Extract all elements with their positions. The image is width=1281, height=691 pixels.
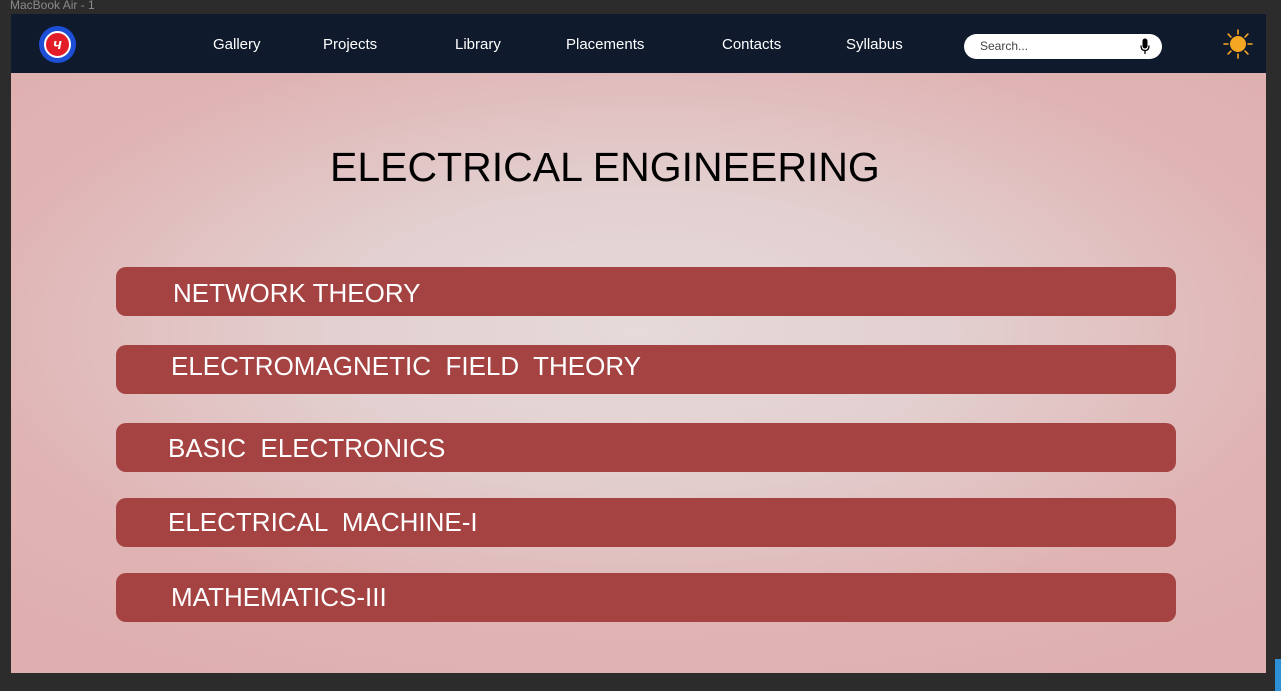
subject-label: ELECTRICAL MACHINE-I — [168, 507, 478, 537]
nav-gallery[interactable]: Gallery — [213, 36, 261, 53]
page-title: ELECTRICAL ENGINEERING — [330, 144, 880, 190]
subject-basic-electronics[interactable]: BASIC ELECTRONICS — [116, 423, 1176, 472]
nav-projects[interactable]: Projects — [323, 36, 377, 53]
college-logo[interactable]: ч — [39, 26, 76, 63]
subject-mathematics-iii[interactable]: MATHEMATICS-III — [116, 573, 1176, 622]
page-frame: ч Gallery Projects Library Placements Co… — [11, 14, 1266, 673]
navbar: ч Gallery Projects Library Placements Co… — [11, 14, 1266, 73]
frame-label: MacBook Air - 1 — [10, 0, 95, 12]
logo-emblem: ч — [44, 31, 71, 58]
sun-icon[interactable] — [1223, 29, 1253, 59]
scrollbar-tab[interactable] — [1275, 659, 1281, 691]
nav-contacts[interactable]: Contacts — [722, 36, 781, 53]
subject-label: ELECTROMAGNETIC FIELD THEORY — [171, 351, 642, 381]
subject-label: MATHEMATICS-III — [171, 582, 387, 612]
microphone-icon[interactable] — [1140, 38, 1150, 55]
search-input[interactable]: Search... — [964, 34, 1162, 59]
subject-label: NETWORK THEORY — [173, 278, 421, 308]
nav-library[interactable]: Library — [455, 36, 501, 53]
subject-network-theory[interactable]: NETWORK THEORY — [116, 267, 1176, 316]
nav-placements[interactable]: Placements — [566, 36, 644, 53]
subject-electrical-machine-i[interactable]: ELECTRICAL MACHINE-I — [116, 498, 1176, 547]
subject-label: BASIC ELECTRONICS — [168, 433, 446, 463]
subject-electromagnetic-field-theory[interactable]: ELECTROMAGNETIC FIELD THEORY — [116, 345, 1176, 394]
nav-syllabus[interactable]: Syllabus — [846, 36, 903, 53]
search-placeholder: Search... — [980, 39, 1029, 53]
